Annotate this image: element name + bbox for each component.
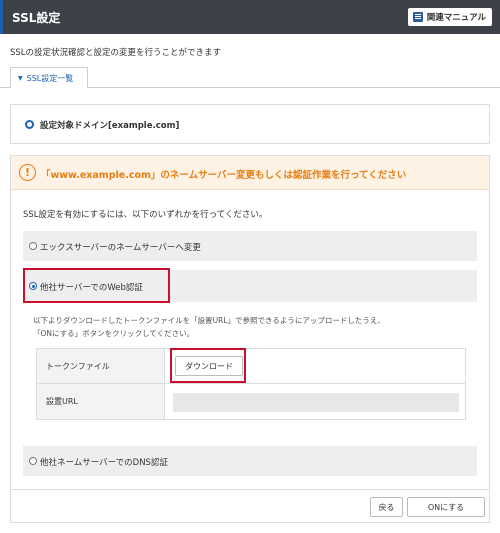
domain-label: 設定対象ドメイン[example.com]	[40, 121, 180, 131]
highlight-frame	[170, 348, 246, 383]
web-auth-table: トークンファイル ダウンロード 設置URL	[36, 348, 466, 420]
domain-box: 設定対象ドメイン[example.com]	[10, 104, 490, 144]
highlight-frame	[23, 268, 170, 303]
option-dns-auth[interactable]: 他社ネームサーバーでのDNS認証	[23, 446, 477, 476]
book-icon	[412, 12, 423, 22]
option-label: エックスサーバーのネームサーバーへ変更	[40, 243, 201, 253]
table-row: トークンファイル ダウンロード	[37, 349, 465, 384]
option-label: 他社ネームサーバーでのDNS認証	[40, 458, 168, 468]
tab-label: SSL設定一覧	[26, 73, 74, 83]
page-description: SSLの設定状況確認と設定の変更を行うことができます	[10, 48, 222, 58]
web-auth-desc-line1: 以下よりダウンロードしたトークンファイルを「設置URL」で参照できるようにアップ…	[33, 316, 385, 325]
instruction-text: SSL設定を有効にするには、以下のいずれかを行ってください。	[23, 210, 268, 220]
token-file-label: トークンファイル	[46, 362, 110, 371]
page-header: SSL設定 関連マニュアル	[0, 0, 500, 34]
header-accent	[0, 0, 3, 34]
install-url-field	[173, 393, 459, 412]
related-manual-label: 関連マニュアル	[426, 13, 486, 23]
install-url-label: 設置URL	[46, 397, 78, 406]
web-auth-desc-line2: 「ONにする」ボタンをクリックしてください。	[33, 329, 195, 338]
radio-button-dns-auth[interactable]	[29, 457, 37, 465]
ssl-panel: ! 「www.example.com」のネームサーバー変更もしくは認証作業を行っ…	[10, 155, 490, 523]
table-header-cell: トークンファイル	[37, 349, 165, 383]
warning-bar: ! 「www.example.com」のネームサーバー変更もしくは認証作業を行っ…	[11, 156, 489, 190]
footer-divider	[11, 489, 489, 490]
page-title: SSL設定	[12, 11, 61, 25]
chevron-down-icon: ▼	[18, 74, 23, 82]
table-row: 設置URL	[37, 384, 465, 419]
turn-on-button[interactable]: ONにする	[407, 497, 485, 517]
related-manual-button[interactable]: 関連マニュアル	[407, 8, 492, 26]
warning-text: 「www.example.com」のネームサーバー変更もしくは認証作業を行ってく…	[41, 170, 407, 181]
table-header-cell: 設置URL	[37, 384, 165, 419]
domain-radio-icon	[25, 120, 34, 129]
tab-ssl-list[interactable]: ▼ SSL設定一覧	[10, 67, 88, 88]
radio-button-nameserver[interactable]	[29, 242, 37, 250]
option-nameserver-change[interactable]: エックスサーバーのネームサーバーへ変更	[23, 231, 477, 261]
back-button[interactable]: 戻る	[370, 497, 403, 517]
exclamation-circle-icon: !	[19, 164, 36, 181]
